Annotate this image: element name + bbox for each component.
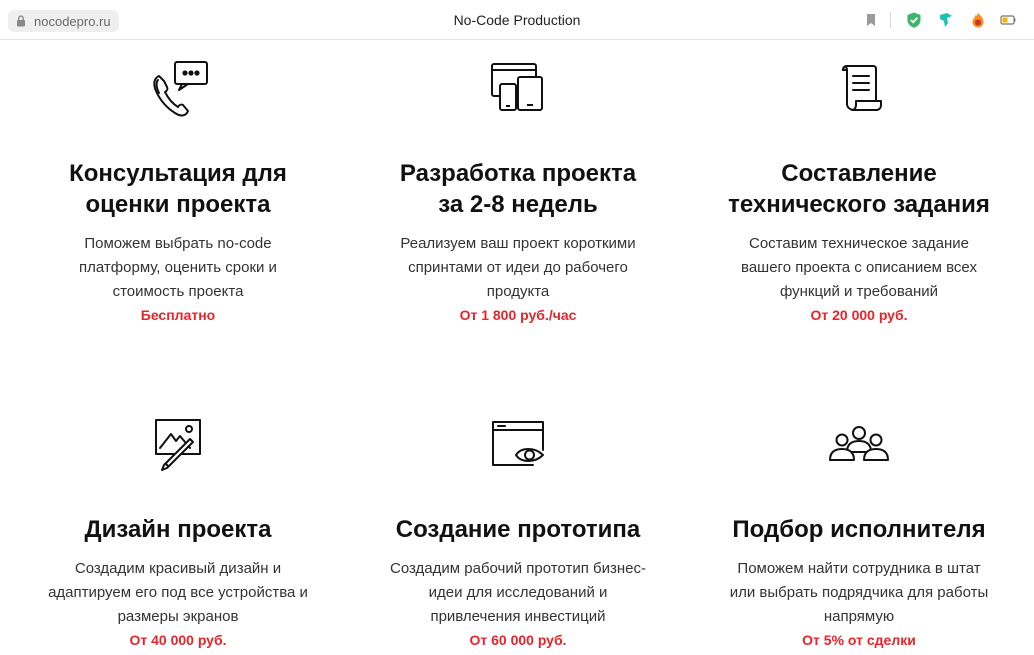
scroll-document-icon xyxy=(842,65,882,111)
fire-extension-icon[interactable] xyxy=(969,11,987,29)
team-people-icon xyxy=(829,426,889,461)
service-card-prototype: Создание прототипа Создадим рабочий прот… xyxy=(358,414,678,651)
service-title: Дизайн проекта xyxy=(84,516,272,543)
service-card-development: Разработка проекта за 2-8 недель Реализу… xyxy=(358,60,678,326)
service-price: Бесплатно xyxy=(140,307,216,323)
service-title: Подбор исполнителя xyxy=(732,516,986,543)
shield-check-icon[interactable] xyxy=(905,11,923,29)
battery-icon xyxy=(999,11,1017,29)
service-description: Поможем выбрать no-code платформу, оцени… xyxy=(79,235,277,300)
service-description: Создадим красивый дизайн и адаптируем ег… xyxy=(48,560,308,625)
service-price: От 20 000 руб. xyxy=(810,307,908,323)
service-title: Создание прототипа xyxy=(395,516,641,543)
bookmark-icon[interactable] xyxy=(862,11,880,29)
service-title: Консультация для оценки проекта xyxy=(69,160,287,218)
toolbar-divider xyxy=(890,12,891,28)
service-card-specification: Составление технического задания Состави… xyxy=(699,60,1019,326)
service-price: От 5% от сделки xyxy=(802,632,916,648)
service-card-hiring: Подбор исполнителя Поможем найти сотрудн… xyxy=(699,414,1019,651)
service-description: Создадим рабочий прототип бизнес- идеи д… xyxy=(390,560,646,625)
service-card-consultation: Консультация для оценки проекта Поможем … xyxy=(18,60,338,326)
service-description: Поможем найти сотрудника в штат или выбр… xyxy=(729,560,989,625)
service-price: От 40 000 руб. xyxy=(129,632,227,648)
service-description: Составим техническое задание вашего прое… xyxy=(741,235,977,300)
service-price: От 1 800 руб./час xyxy=(459,307,577,323)
service-title: Составление технического задания xyxy=(728,160,990,218)
service-price: От 60 000 руб. xyxy=(469,632,567,648)
extension-icon[interactable] xyxy=(937,11,955,29)
service-title: Разработка проекта за 2-8 недель xyxy=(399,160,637,218)
browser-top-bar: nocodepro.ru No-Code Production xyxy=(0,0,1034,40)
toolbar-icons xyxy=(862,11,1017,29)
devices-icon xyxy=(491,63,543,111)
service-card-design: Дизайн проекта Создадим красивый дизайн … xyxy=(18,414,338,651)
design-picture-icon xyxy=(155,419,201,471)
phone-chat-icon xyxy=(153,61,208,117)
service-description: Реализуем ваш проект короткими спринтами… xyxy=(400,235,636,300)
browser-eye-icon xyxy=(492,421,544,466)
